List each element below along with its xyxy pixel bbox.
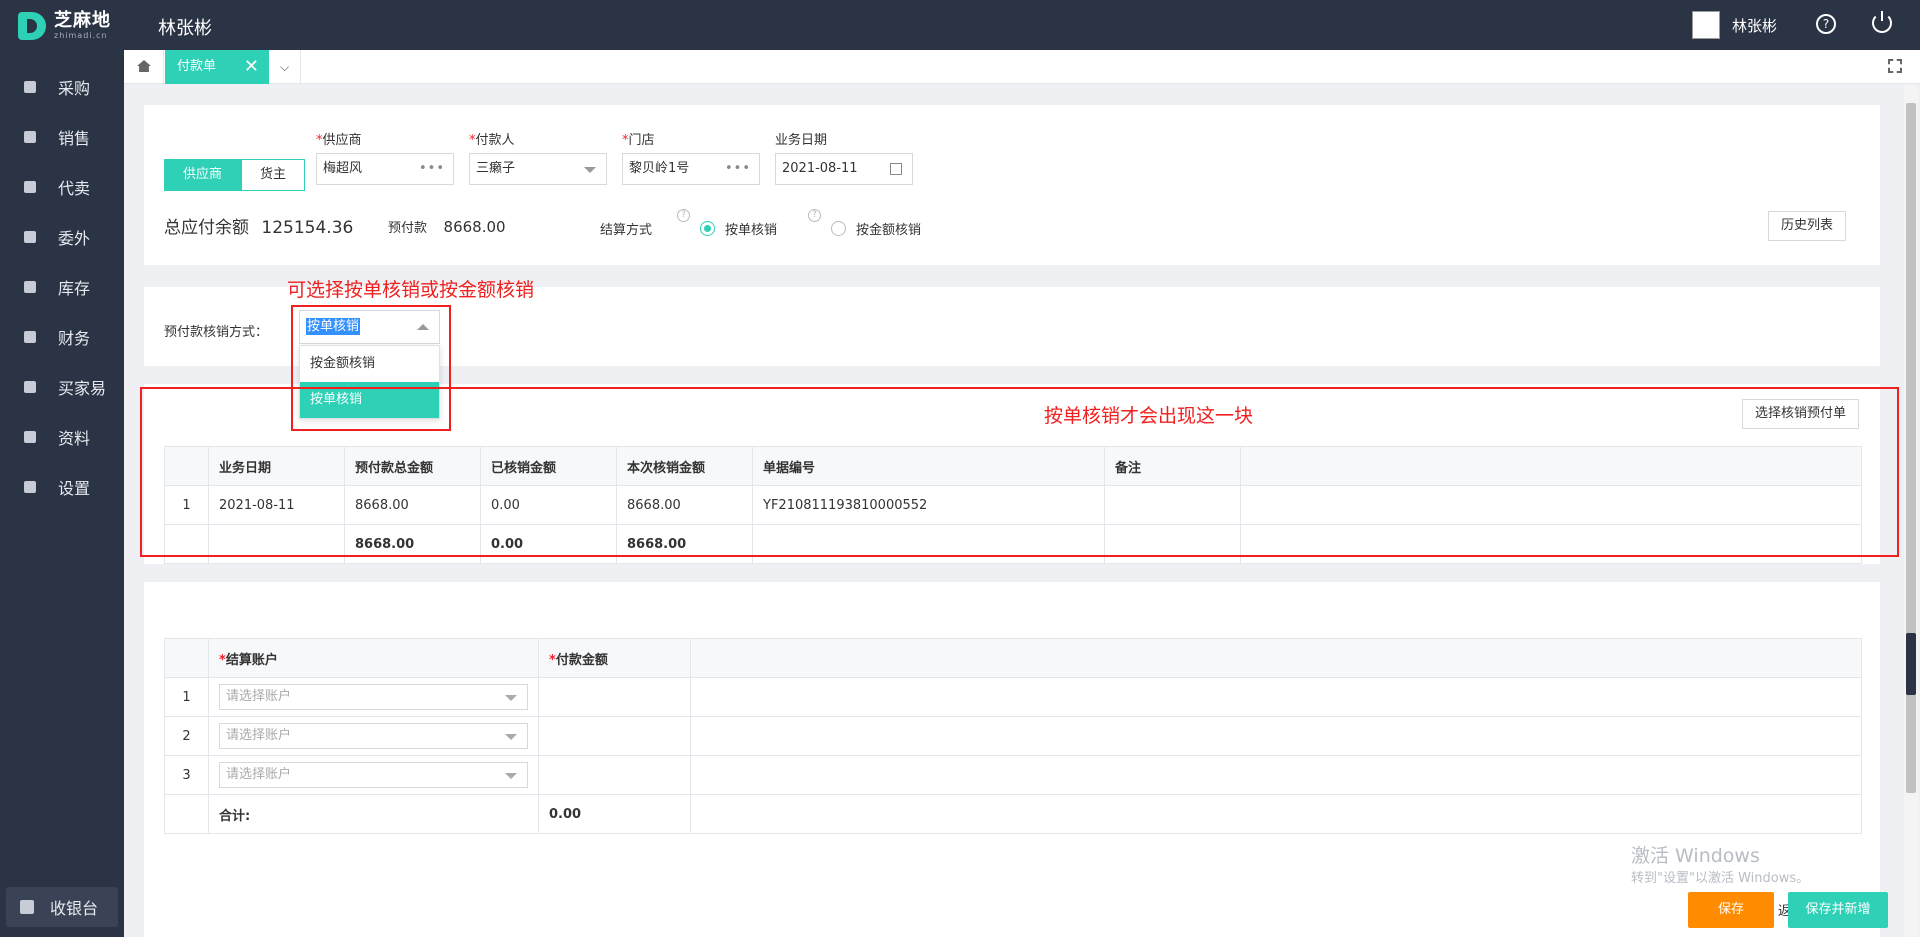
- amount-cell[interactable]: [538, 716, 691, 756]
- save-button[interactable]: 保存: [1688, 892, 1774, 928]
- seg-supplier[interactable]: 供应商: [164, 159, 242, 191]
- logo-icon: [18, 12, 46, 40]
- tab-payment[interactable]: 付款单 ✕: [165, 50, 269, 84]
- sidebar-nav: 采购 销售 代卖 委外 库存 财务 买家易 资料 设置: [0, 62, 124, 512]
- cart-icon: [22, 129, 38, 145]
- sidebar-item-finance[interactable]: 财务: [0, 312, 124, 362]
- store-label: *门店: [622, 133, 655, 148]
- sidebar-item-buyer[interactable]: 买家易: [0, 362, 124, 412]
- account-select[interactable]: 请选择账户: [219, 723, 528, 749]
- help-icon[interactable]: ?: [1816, 14, 1836, 34]
- annotation-text: 可选择按单核销或按金额核销: [287, 279, 535, 301]
- chevron-down-icon: [584, 167, 596, 173]
- radio-by-amount[interactable]: 按金额核销: [831, 219, 921, 238]
- payer-label: *付款人: [469, 133, 515, 148]
- chevron-down-icon: [505, 734, 517, 740]
- calendar-icon: [890, 163, 902, 175]
- sidebar-item-consign[interactable]: 代卖: [0, 162, 124, 212]
- date-picker[interactable]: 2021-08-11: [775, 153, 913, 185]
- chevron-down-icon: [505, 695, 517, 701]
- sidebar-item-purchase[interactable]: 采购: [0, 62, 124, 112]
- printer-icon: [22, 429, 38, 445]
- logo-text: 芝麻地: [54, 10, 111, 31]
- page-title: 林张彬: [158, 18, 212, 39]
- close-icon[interactable]: ✕: [244, 50, 259, 84]
- column-header: *结算账户: [208, 638, 539, 678]
- payer-select[interactable]: 三癞子: [469, 153, 607, 185]
- more-icon[interactable]: •••: [725, 154, 751, 184]
- logo[interactable]: 芝麻地 zhimadi.cn: [18, 10, 111, 42]
- gear-icon: [22, 479, 38, 495]
- chevron-down-icon[interactable]: ⌵: [269, 50, 301, 84]
- account-table: *结算账户 *付款金额 1 请选择账户 2 请选择账户 3 请选择账户 合计: …: [164, 638, 1862, 834]
- watermark-subtitle: 转到"设置"以激活 Windows。: [1631, 871, 1810, 886]
- side-handle[interactable]: [1906, 633, 1916, 695]
- fullscreen-icon[interactable]: [1888, 59, 1902, 73]
- table-row: 3 请选择账户: [164, 755, 1862, 795]
- history-list-button[interactable]: 历史列表: [1768, 211, 1847, 241]
- settle-label: 结算方式: [600, 223, 653, 238]
- question-icon[interactable]: ?: [677, 209, 690, 222]
- sidebar-item-settings[interactable]: 设置: [0, 462, 124, 512]
- sidebar-item-sales[interactable]: 销售: [0, 112, 124, 162]
- topbar: 林张彬 林张彬 ?: [124, 0, 1920, 50]
- store-field[interactable]: 黎贝岭1号 •••: [622, 153, 760, 185]
- tag-icon: [22, 179, 38, 195]
- chevron-down-icon: [505, 773, 517, 779]
- prepay-summary: 预付款 8668.00: [388, 218, 506, 236]
- party-type-toggle: 供应商 货主: [164, 159, 306, 191]
- sidebar-item-data[interactable]: 资料: [0, 412, 124, 462]
- home-icon: [137, 60, 151, 72]
- form-card: 供应商 货主 *供应商 梅超风 ••• *付款人 三癞子 *门店 黎贝岭1号 •…: [144, 105, 1880, 265]
- cashier-button[interactable]: 收银台: [6, 887, 118, 927]
- power-icon[interactable]: [1872, 11, 1892, 33]
- sidebar: 芝麻地 zhimadi.cn 采购 销售 代卖 委外 库存 财务 买家易 资料 …: [0, 0, 124, 937]
- logo-subtext: zhimadi.cn: [54, 31, 108, 40]
- account-select[interactable]: 请选择账户: [219, 762, 528, 788]
- amount-cell[interactable]: [538, 677, 691, 717]
- main-content: 供应商 货主 *供应商 梅超风 ••• *付款人 三癞子 *门店 黎贝岭1号 •…: [124, 85, 1904, 937]
- home-button[interactable]: [124, 50, 164, 84]
- tab-bar: 付款单 ✕ ⌵: [124, 50, 1920, 84]
- money-icon: [22, 329, 38, 345]
- sidebar-item-inventory[interactable]: 库存: [0, 262, 124, 312]
- warehouse-icon: [22, 279, 38, 295]
- annotation-box: [140, 387, 1899, 557]
- sidebar-item-outsource[interactable]: 委外: [0, 212, 124, 262]
- table-row: 1 请选择账户: [164, 677, 1862, 717]
- page-scrollbar[interactable]: [1904, 85, 1918, 937]
- avatar[interactable]: [1692, 11, 1720, 39]
- bottom-card: [144, 880, 1880, 937]
- store-icon: [22, 379, 38, 395]
- radio-by-order[interactable]: 按单核销: [700, 219, 777, 238]
- date-label: 业务日期: [775, 133, 828, 148]
- amount-cell[interactable]: [538, 755, 691, 795]
- building-icon: [22, 229, 38, 245]
- seg-owner[interactable]: 货主: [241, 159, 306, 191]
- prepay-method-label: 预付款核销方式：: [164, 325, 269, 340]
- total-payable: 总应付余额 125154.36: [164, 218, 354, 238]
- table-row: 2 请选择账户: [164, 716, 1862, 756]
- user-name[interactable]: 林张彬: [1732, 15, 1777, 36]
- annotation-text: 按单核销才会出现这一块: [1044, 405, 1254, 427]
- supplier-label: *供应商: [316, 133, 362, 148]
- cashier-icon: [20, 900, 34, 914]
- save-and-new-button[interactable]: 保存并新增: [1788, 892, 1888, 928]
- basket-icon: [22, 79, 38, 95]
- supplier-field[interactable]: 梅超风 •••: [316, 153, 454, 185]
- column-header: *付款金额: [538, 638, 691, 678]
- account-select[interactable]: 请选择账户: [219, 684, 528, 710]
- more-icon[interactable]: •••: [419, 154, 445, 184]
- question-icon[interactable]: ?: [808, 209, 821, 222]
- table-sum-row: 合计: 0.00: [164, 794, 1862, 834]
- watermark-title: 激活 Windows: [1631, 845, 1760, 867]
